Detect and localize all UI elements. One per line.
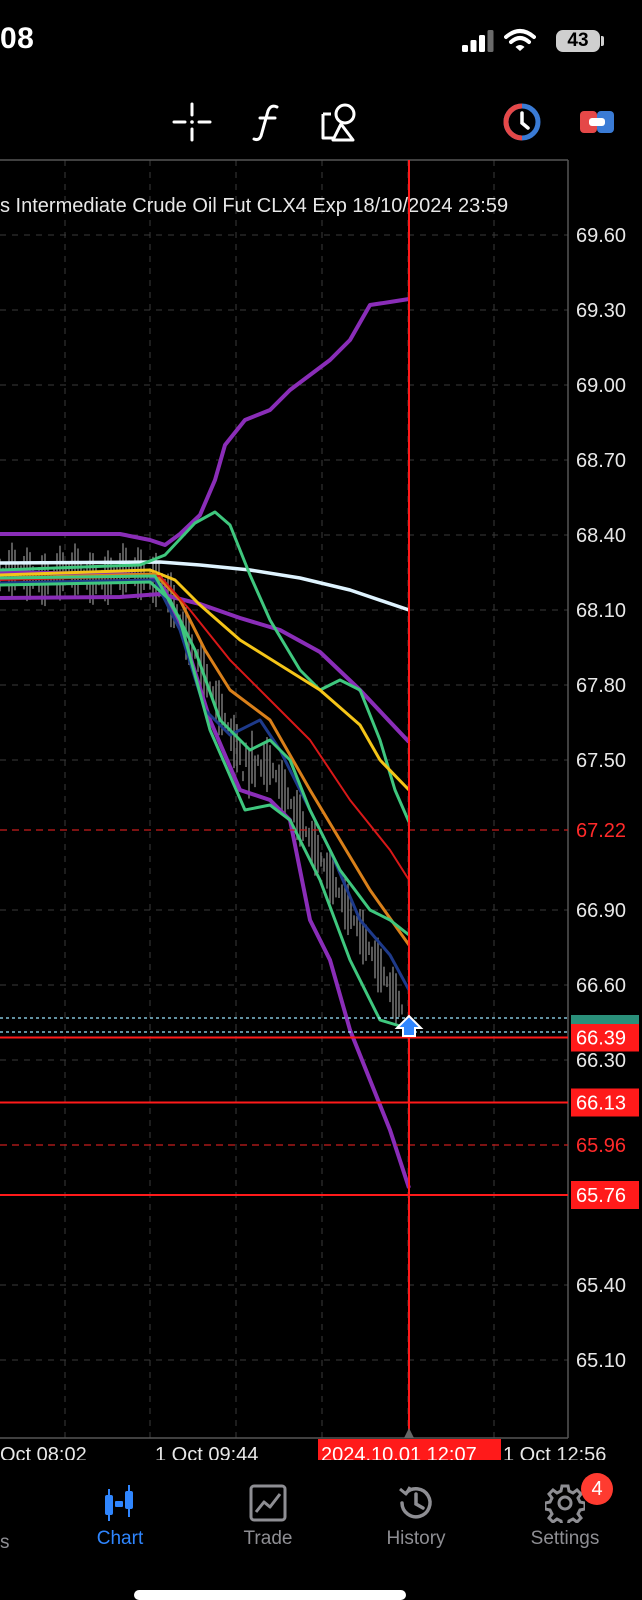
settings-badge: 4 <box>581 1473 613 1505</box>
price-tick-label: 67.50 <box>576 750 626 772</box>
price-tick-label: 65.10 <box>576 1350 626 1372</box>
price-chart[interactable]: s Intermediate Crude Oil Fut CLX4 Exp 18… <box>0 0 642 1460</box>
price-tick-label: 68.10 <box>576 600 626 622</box>
price-tick-label: 69.00 <box>576 375 626 397</box>
price-tick-label: 66.60 <box>576 975 626 997</box>
time-axis: Oct 08:02 1 Oct 09:44 1 Oct 12:56 <box>0 1444 606 1460</box>
price-tick-label: 66.90 <box>576 900 626 922</box>
price-level-label: 65.76 <box>576 1185 626 1207</box>
price-level-label: 65.96 <box>576 1135 626 1157</box>
nav-trade[interactable]: Trade <box>208 1478 328 1550</box>
price-level-label: 66.39 <box>576 1028 626 1050</box>
nav-history[interactable]: History <box>356 1478 476 1550</box>
price-tick-label: 69.30 <box>576 300 626 322</box>
nav-history-label: History <box>386 1528 446 1549</box>
chart-title: s Intermediate Crude Oil Fut CLX4 Exp 18… <box>0 195 508 217</box>
time-tick-label: 1 Oct 09:44 <box>155 1444 258 1460</box>
price-tick-label: 68.70 <box>576 450 626 472</box>
gear-icon <box>545 1484 585 1523</box>
price-level-label: 67.22 <box>576 820 626 842</box>
candlestick-icon <box>105 1485 133 1521</box>
nav-settings-label: Settings <box>530 1528 600 1549</box>
nav-trade-label: Trade <box>243 1528 293 1549</box>
home-indicator[interactable] <box>134 1590 406 1600</box>
price-tick-label: 69.60 <box>576 225 626 247</box>
history-icon <box>399 1486 432 1519</box>
price-tick-label: 65.40 <box>576 1275 626 1297</box>
crosshair-time-label: 2024.10.01 12:07 <box>321 1444 477 1460</box>
price-tick-label: 67.80 <box>576 675 626 697</box>
price-tick-label: 68.40 <box>576 525 626 547</box>
nav-cut-label[interactable]: s <box>0 1532 10 1554</box>
nav-chart-label: Chart <box>96 1528 144 1549</box>
price-tick-label: 66.30 <box>576 1050 626 1072</box>
time-tick-label: 1 Oct 12:56 <box>503 1444 606 1460</box>
time-tick-label: Oct 08:02 <box>0 1444 87 1460</box>
price-level-label: 66.13 <box>576 1093 626 1115</box>
nav-chart[interactable]: Chart <box>60 1478 180 1550</box>
trade-chart-icon <box>249 1484 287 1522</box>
bid-tag <box>571 1015 639 1024</box>
